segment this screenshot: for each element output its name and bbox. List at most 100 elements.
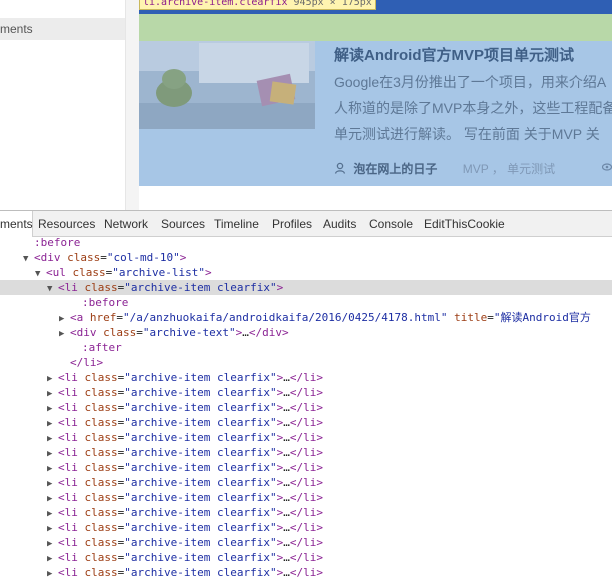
dom-node-row[interactable]: </li>	[0, 355, 612, 370]
article-tags[interactable]: MVP ， 单元测试	[463, 162, 555, 176]
dom-node-row[interactable]: ▶ <li class="archive-item clearfix">…</li…	[0, 520, 612, 535]
article-title[interactable]: 解读Android官方MVP项目单元测试	[334, 44, 574, 65]
dom-token: =	[487, 311, 494, 324]
dom-token: </li>	[289, 491, 323, 504]
dom-token: "archive-item clearfix"	[124, 551, 277, 564]
dom-token: <li	[58, 551, 85, 564]
tab-resources[interactable]: Resources	[38, 211, 95, 236]
dom-token: …	[283, 506, 290, 519]
dom-token: </li>	[289, 401, 323, 414]
dom-node-row[interactable]: ▼ <div class="col-md-10">	[0, 250, 612, 265]
dom-node-row[interactable]: ▶ <li class="archive-item clearfix">…</li…	[0, 430, 612, 445]
dom-token: "archive-item clearfix"	[124, 386, 277, 399]
dom-token: "archive-item clearfix"	[124, 506, 277, 519]
dom-token: </li>	[289, 536, 323, 549]
tab-profiles[interactable]: Profiles	[272, 211, 312, 236]
dom-token: >	[204, 266, 212, 279]
dom-token: …	[283, 446, 290, 459]
article-summary-line-2: 人称道的是除了MVP本身之外，这些工程配备	[334, 100, 612, 116]
dom-token: …	[283, 491, 290, 504]
dom-token: <li	[58, 386, 85, 399]
dom-token: …	[283, 476, 290, 489]
dom-token: "解读Android官方	[493, 311, 591, 324]
devtools-tab-bar: ments Resources Network Sources Timeline…	[0, 211, 612, 237]
dom-token: </li>	[289, 521, 323, 534]
dom-node-row[interactable]: ▶ <li class="archive-item clearfix">…</li…	[0, 370, 612, 385]
dom-node-row[interactable]: ▶ <li class="archive-item clearfix">…</li…	[0, 385, 612, 400]
highlight-padding-band	[139, 14, 612, 41]
dom-token: :before	[34, 237, 81, 249]
dom-token: :before	[82, 296, 129, 309]
dom-token: </li>	[289, 371, 323, 384]
dom-token: class	[84, 416, 118, 429]
dom-token: >	[276, 281, 284, 294]
tab-elements[interactable]: ments	[0, 211, 33, 237]
tab-timeline[interactable]: Timeline	[214, 211, 259, 236]
dom-token: "col-md-10"	[106, 251, 180, 264]
dom-node-row[interactable]: ▼ <ul class="archive-list">	[0, 265, 612, 280]
dom-token: "archive-list"	[112, 266, 205, 279]
dom-node-row[interactable]: ▶ <li class="archive-item clearfix">…</li…	[0, 475, 612, 490]
tab-editthiscookie[interactable]: EditThisCookie	[424, 211, 505, 236]
tab-audits[interactable]: Audits	[323, 211, 356, 236]
dom-node-row[interactable]: ▶ <li class="archive-item clearfix">…</li…	[0, 550, 612, 565]
user-icon	[334, 162, 346, 174]
dom-token: …	[283, 521, 290, 534]
page-gutter	[126, 0, 139, 210]
left-pane-selected-text: ments	[0, 22, 33, 36]
dom-node-row[interactable]: ▶ <div class="archive-text">…</div>	[0, 325, 612, 340]
article-meta: 泡在网上的日子 MVP ， 单元测试	[334, 160, 612, 177]
dom-node-row[interactable]: ▶ <li class="archive-item clearfix">…</li…	[0, 505, 612, 520]
dom-node-row[interactable]: ▶ <li class="archive-item clearfix">…</li…	[0, 415, 612, 430]
dom-node-row[interactable]: ▶ <a href="/a/anzhuokaifa/androidkaifa/20…	[0, 310, 612, 325]
dom-node-row[interactable]: ▶ <li class="archive-item clearfix">…</li…	[0, 565, 612, 579]
dom-token: class	[103, 326, 137, 339]
dom-token: "archive-item clearfix"	[124, 536, 277, 549]
dom-node-row-selected[interactable]: ▼ <li class="archive-item clearfix">	[0, 280, 612, 295]
dom-token: class	[84, 551, 118, 564]
dom-token: …	[283, 566, 290, 579]
dom-token: class	[72, 266, 106, 279]
dom-token: …	[283, 416, 290, 429]
dom-token: =	[136, 326, 143, 339]
dom-token: class	[84, 476, 118, 489]
dom-node-row[interactable]: ▶ <li class="archive-item clearfix">…</li…	[0, 490, 612, 505]
dom-token: "archive-item clearfix"	[124, 566, 277, 579]
dom-token: class	[84, 536, 118, 549]
dom-node-row[interactable]: ▶ <li class="archive-item clearfix">…</li…	[0, 445, 612, 460]
left-pane-selected-row[interactable]: ments	[0, 18, 125, 40]
dom-token: "archive-item clearfix"	[124, 446, 277, 459]
dom-token: <div	[70, 326, 104, 339]
article-author[interactable]: 泡在网上的日子	[353, 162, 437, 176]
dom-node-row[interactable]: :before	[0, 237, 612, 250]
dom-token: "archive-item clearfix"	[124, 461, 277, 474]
expand-triangle-icon[interactable]: ▶	[47, 567, 58, 579]
dom-token: "archive-item clearfix"	[124, 416, 277, 429]
android-toy-image	[139, 41, 315, 129]
tab-console[interactable]: Console	[369, 211, 413, 236]
tab-network[interactable]: Network	[104, 211, 148, 236]
article-thumbnail[interactable]	[139, 41, 315, 129]
dom-node-row[interactable]: :before	[0, 295, 612, 310]
dom-token: "archive-item clearfix"	[124, 401, 277, 414]
dom-node-row[interactable]: ▶ <li class="archive-item clearfix">…</li…	[0, 460, 612, 475]
dom-node-row[interactable]: :after	[0, 340, 612, 355]
inspected-element-highlight[interactable]: li.archive-item.clearfix 945px × 175px 解…	[139, 0, 612, 186]
dom-node-row[interactable]: ▶ <li class="archive-item clearfix">…</li…	[0, 535, 612, 550]
dom-node-row[interactable]: ▶ <li class="archive-item clearfix">…</li…	[0, 400, 612, 415]
tab-sources[interactable]: Sources	[161, 211, 205, 236]
dom-token: "archive-item clearfix"	[124, 431, 277, 444]
dom-token: class	[84, 506, 118, 519]
devtools-panel: ments Resources Network Sources Timeline…	[0, 210, 612, 579]
article-summary-line-3: 单元测试进行解读。 写在前面 关于MVP 关	[334, 126, 600, 142]
dom-token: "archive-item clearfix"	[124, 371, 277, 384]
dom-token: …	[283, 401, 290, 414]
dom-token: <li	[58, 401, 85, 414]
dom-token: <li	[58, 506, 85, 519]
dom-token: </li>	[289, 461, 323, 474]
dom-token: <li	[58, 416, 85, 429]
dom-token: …	[283, 386, 290, 399]
dom-token: …	[283, 551, 290, 564]
dom-token: "archive-item clearfix"	[124, 281, 277, 294]
dom-token: class	[84, 371, 118, 384]
